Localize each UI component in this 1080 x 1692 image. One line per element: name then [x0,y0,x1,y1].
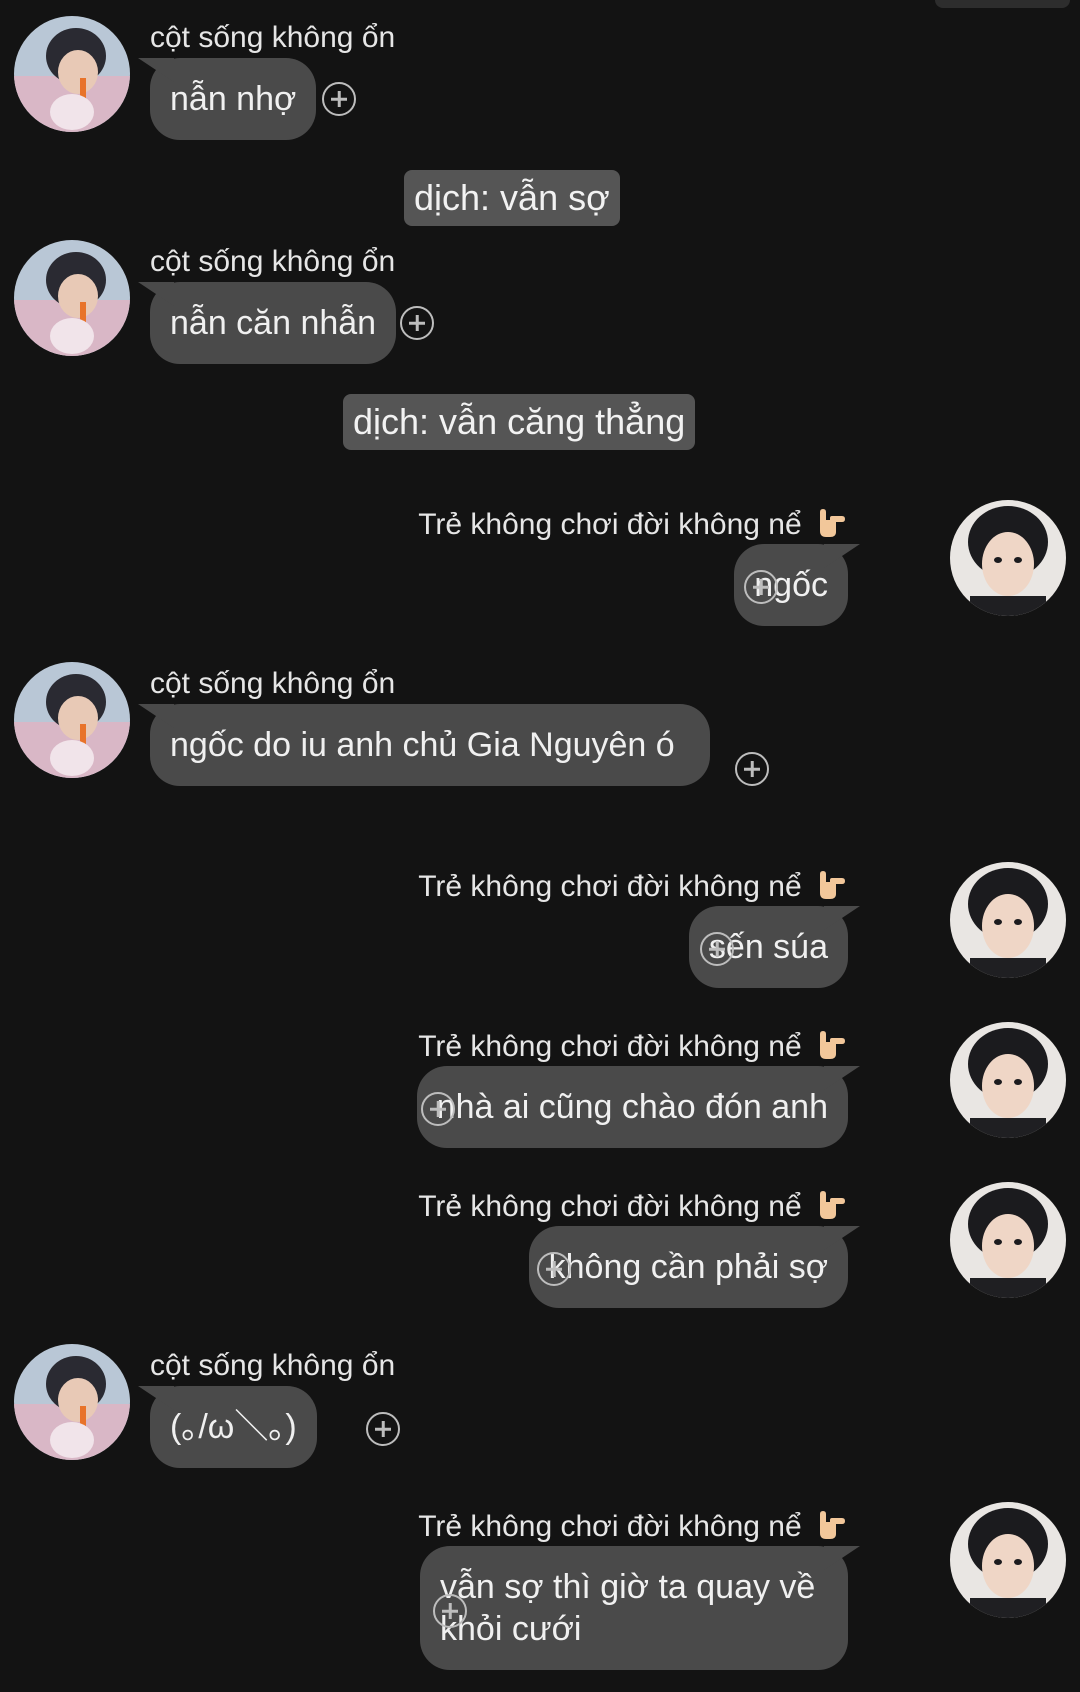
rock-on-hand-icon [820,871,845,899]
avatar-right[interactable] [950,1022,1066,1138]
add-reaction-icon[interactable] [433,1594,467,1628]
avatar-left-icon [14,662,130,778]
message-bubble[interactable]: (｡/ω＼｡) [150,1386,317,1468]
avatar-left[interactable] [14,16,130,132]
message-bubble[interactable]: nhà ai cũng chào đón anh [416,1066,848,1148]
rock-on-hand-icon [820,1031,845,1059]
rock-on-hand-icon [820,509,845,537]
avatar-right[interactable] [950,1502,1066,1618]
message-text: nẫn nhợ [170,80,297,118]
rock-on-hand-icon [820,1511,845,1539]
avatar-right[interactable] [950,862,1066,978]
sender-name-right: Trẻ không chơi đời không nể [418,868,848,905]
sender-name-left: cột sống không ổn [150,667,396,700]
avatar-left-icon [14,1344,130,1460]
message-text: ngốc do iu anh chủ Gia Nguyên ó [170,726,675,764]
add-reaction-icon[interactable] [744,570,778,604]
avatar-left-icon [14,16,130,132]
sender-name-left: cột sống không ổn [150,1349,396,1382]
avatar-right[interactable] [950,500,1066,616]
avatar-right-icon [950,862,1066,978]
avatar-left[interactable] [14,1344,130,1460]
add-reaction-icon[interactable] [400,306,434,340]
top-badge: ove joy [934,0,1070,8]
message-bubble[interactable]: nẫn nhợ [150,58,317,140]
add-reaction-icon[interactable] [322,82,356,116]
add-reaction-icon[interactable] [421,1092,455,1126]
avatar-right-icon [950,1502,1066,1618]
message-text: nhà ai cũng chào đón anh [436,1088,828,1126]
message-bubble[interactable]: ngốc do iu anh chủ Gia Nguyên ó [150,704,710,786]
add-reaction-icon[interactable] [700,932,734,966]
sender-name-right: Trẻ không chơi đời không nể [418,1028,848,1065]
avatar-right-icon [950,500,1066,616]
avatar-left-icon [14,240,130,356]
message-text: nẫn căn nhẫn [170,304,377,342]
sender-name-left: cột sống không ổn [150,21,396,54]
message-bubble[interactable]: vẫn sợ thì giờ ta quay về khỏi cưới [420,1546,848,1670]
sender-name-right: Trẻ không chơi đời không nể [418,1508,848,1545]
message-bubble[interactable]: nẫn căn nhẫn [150,282,397,364]
message-bubble[interactable]: không cần phải sợ [528,1226,848,1308]
add-reaction-icon[interactable] [537,1252,571,1286]
avatar-left[interactable] [14,240,130,356]
sender-name-right: Trẻ không chơi đời không nể [418,1188,848,1225]
message-text: vẫn sợ thì giờ ta quay về khỏi cưới [440,1568,816,1648]
translation-note: dịch: vẫn sợ [404,170,620,226]
avatar-left[interactable] [14,662,130,778]
avatar-right-icon [950,1182,1066,1298]
translation-note: dịch: vẫn căng thẳng [343,394,696,450]
avatar-right[interactable] [950,1182,1066,1298]
add-reaction-icon[interactable] [366,1412,400,1446]
message-text: không cần phải sợ [548,1248,828,1286]
rock-on-hand-icon [820,1191,845,1219]
add-reaction-icon[interactable] [735,752,769,786]
avatar-right-icon [950,1022,1066,1138]
message-text: (｡/ω＼｡) [170,1408,297,1446]
sender-name-right: Trẻ không chơi đời không nể [418,506,848,543]
sender-name-left: cột sống không ổn [150,245,396,278]
